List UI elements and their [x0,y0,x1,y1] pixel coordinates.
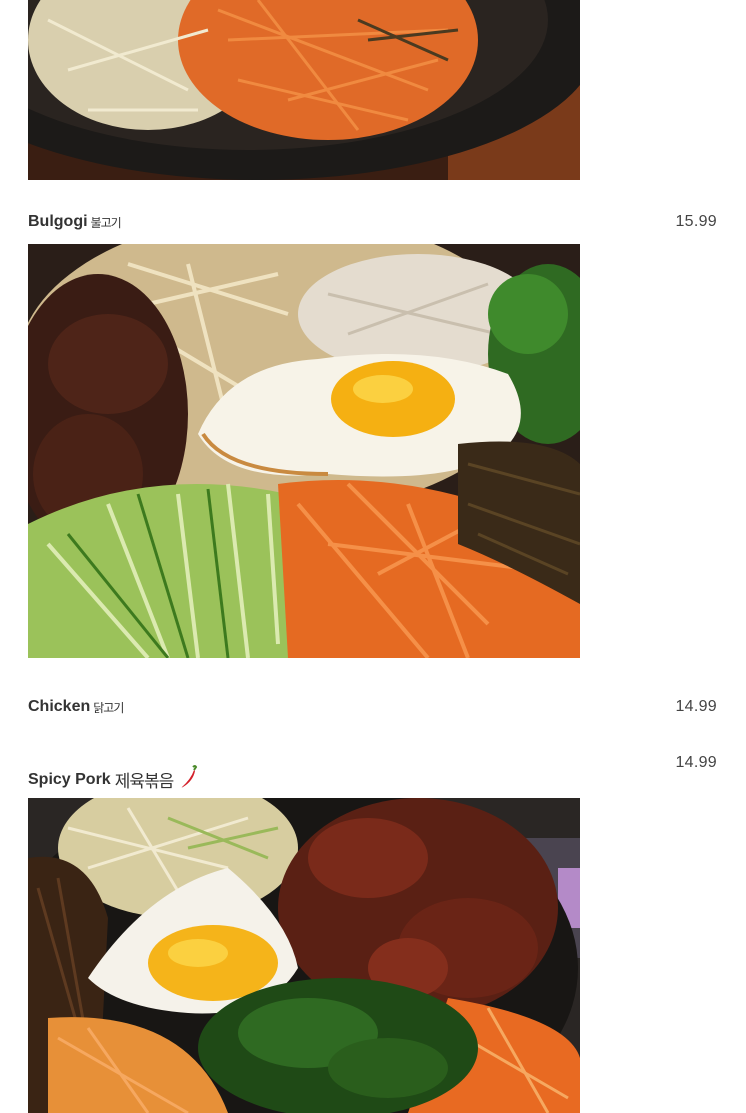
item-name-korean: 닭고기 [93,700,124,715]
previous-item-photo [28,0,580,180]
menu-item-price-chicken: 14.99 [675,698,717,715]
menu-item-price-spicy-pork: 14.99 [675,754,717,771]
menu-item-price-bulgogi: 15.99 [675,213,717,230]
menu-item-name-chicken: Chicken 닭고기 [28,698,124,716]
item-name-korean: 불고기 [90,215,122,230]
item-name-english: Bulgogi [28,213,88,230]
menu-item-name-spicy-pork: Spicy Pork 제육볶음 [28,765,199,794]
chili-pepper-icon [179,765,199,794]
item-name-english: Spicy Pork [28,770,111,788]
item-name-english: Chicken [28,698,91,715]
spicy-pork-bibimbap-photo [28,798,580,1113]
bulgogi-bibimbap-photo [28,244,580,658]
menu-item-name-bulgogi: Bulgogi 불고기 [28,213,122,231]
item-name-korean: 제육볶음 [114,772,175,791]
